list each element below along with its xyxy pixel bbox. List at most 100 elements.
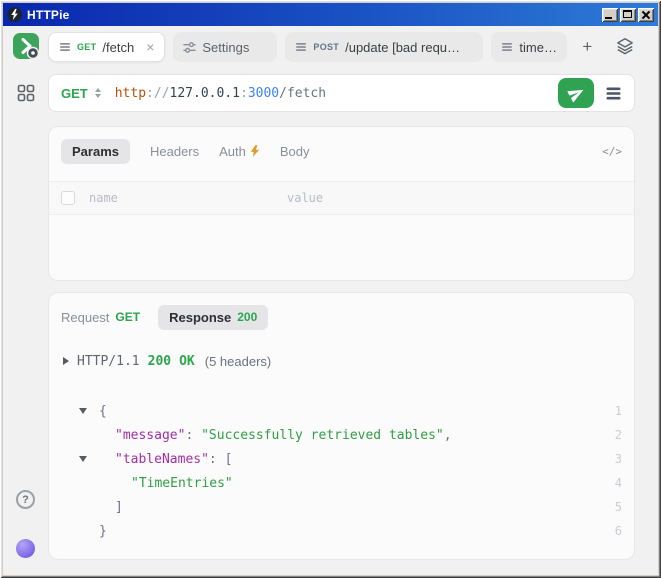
app-content: ? GET /fetch × <box>3 26 658 575</box>
paper-plane-icon <box>565 82 588 105</box>
line-number: 1 <box>615 404 622 418</box>
tab-request[interactable]: Request GET <box>61 310 140 325</box>
tab-settings[interactable]: Settings <box>173 32 277 62</box>
tab-method-label: POST <box>313 42 339 52</box>
json-line: } 6 <box>49 519 634 543</box>
json-punct: ] <box>115 500 123 515</box>
json-punct: { <box>99 404 107 419</box>
tab-response-label: Response <box>169 310 231 325</box>
line-number: 6 <box>615 524 622 538</box>
url-host: 127.0.0.1 <box>170 86 240 101</box>
window-title: HTTPie <box>27 8 597 22</box>
history-drawer-icon[interactable] <box>598 78 628 108</box>
json-line: "tableNames": [ 3 <box>49 447 634 471</box>
dashboard-grid-icon[interactable] <box>17 84 35 102</box>
url-separator: :// <box>146 86 169 101</box>
window-controls <box>602 8 654 22</box>
response-status-line[interactable]: HTTP/1.1 200 OK (5 headers) <box>49 349 634 373</box>
tab-label: /fetch <box>102 40 134 55</box>
status-code: 200 <box>148 354 171 369</box>
json-key: "message" <box>115 428 185 443</box>
line-number: 3 <box>615 452 622 466</box>
minimize-button[interactable] <box>602 8 618 22</box>
new-tab-button[interactable]: + <box>575 35 599 59</box>
json-line: "TimeEntries" 4 <box>49 471 634 495</box>
left-rail: ? <box>3 26 48 575</box>
response-panel: Request GET Response 200 HTTP/1.1 200 OK… <box>48 292 635 560</box>
tab-headers[interactable]: Headers <box>150 144 199 159</box>
param-value-input[interactable] <box>287 191 622 205</box>
status-protocol: HTTP/1.1 <box>77 354 140 369</box>
tab-params[interactable]: Params <box>61 139 130 164</box>
tab-headers-label: Headers <box>150 144 199 159</box>
param-row <box>49 181 634 215</box>
json-line: ] 5 <box>49 495 634 519</box>
request-stack-icon <box>295 41 307 53</box>
request-editor-panel: Params Headers Auth Body </> <box>48 126 635 281</box>
url-input[interactable]: http://127.0.0.1:3000/fetch <box>115 86 558 101</box>
tab-auth-label: Auth <box>219 144 246 159</box>
response-body: { 1 "message": "Successfully retrieved t… <box>49 399 634 543</box>
fold-icon[interactable] <box>79 456 87 462</box>
line-number: 4 <box>615 476 622 490</box>
tab-request-label: Request <box>61 310 109 325</box>
app-window: HTTPie ? <box>0 0 661 578</box>
url-path: /fetch <box>279 86 326 101</box>
tab-method-label: GET <box>77 42 96 52</box>
tab-close-icon[interactable]: × <box>146 39 154 55</box>
url-port: 3000 <box>248 86 279 101</box>
tab-params-label: Params <box>72 144 119 159</box>
tab-body-label: Body <box>280 144 310 159</box>
request-editor-tabs: Params Headers Auth Body </> <box>49 127 634 167</box>
user-avatar[interactable] <box>16 539 35 558</box>
row-checkbox[interactable] <box>61 191 75 205</box>
tab-label: Settings <box>202 40 249 55</box>
send-button[interactable] <box>558 78 594 108</box>
tab-bar: GET /fetch × Settings <box>48 30 635 64</box>
request-stack-icon <box>501 41 513 53</box>
tab-request-method: GET <box>115 310 140 324</box>
line-number: 5 <box>615 500 622 514</box>
json-string: "TimeEntries" <box>131 476 233 491</box>
method-selector[interactable]: GET <box>61 86 101 101</box>
url-colon: : <box>240 86 248 101</box>
lightning-bolt-icon <box>250 145 260 157</box>
tab-time[interactable]: time… <box>491 32 567 62</box>
tab-post-update[interactable]: POST /update [bad requ… <box>285 32 483 62</box>
request-stack-icon <box>59 41 71 53</box>
collapse-arrow-icon <box>63 357 69 365</box>
minimize-icon <box>605 17 612 19</box>
tab-label: /update [bad requ… <box>345 40 460 55</box>
help-button[interactable]: ? <box>16 490 35 509</box>
main-column: GET /fetch × Settings <box>48 26 658 575</box>
tab-body[interactable]: Body <box>280 144 310 159</box>
fold-icon[interactable] <box>79 408 87 414</box>
method-label: GET <box>61 86 88 101</box>
httpie-window-icon <box>7 7 22 22</box>
httpie-logo[interactable] <box>13 33 39 59</box>
code-view-toggle[interactable]: </> <box>602 145 622 158</box>
response-panel-tabs: Request GET Response 200 <box>49 293 634 333</box>
request-url-bar: GET http://127.0.0.1:3000/fetch <box>48 74 635 112</box>
tab-response-status: 200 <box>237 310 257 324</box>
json-punct: } <box>99 524 107 539</box>
json-string: "Successfully retrieved tables" <box>201 428 444 443</box>
layers-icon[interactable] <box>615 37 635 57</box>
tab-label: time… <box>519 40 557 55</box>
close-button[interactable] <box>638 8 654 22</box>
json-line: "message": "Successfully retrieved table… <box>49 423 634 447</box>
line-number: 2 <box>615 428 622 442</box>
tab-get-fetch[interactable]: GET /fetch × <box>48 32 165 62</box>
maximize-button[interactable] <box>620 8 636 22</box>
param-name-input[interactable] <box>89 191 287 205</box>
status-reason: OK <box>179 354 195 369</box>
url-scheme: http <box>115 86 146 101</box>
tab-response[interactable]: Response 200 <box>158 305 268 330</box>
chevron-up-down-icon <box>95 88 101 98</box>
json-line: { 1 <box>49 399 634 423</box>
tab-auth[interactable]: Auth <box>219 144 260 159</box>
settings-sliders-icon <box>183 41 196 54</box>
window-titlebar[interactable]: HTTPie <box>3 3 658 26</box>
maximize-icon <box>623 10 632 18</box>
json-key: "tableNames" <box>115 452 209 467</box>
